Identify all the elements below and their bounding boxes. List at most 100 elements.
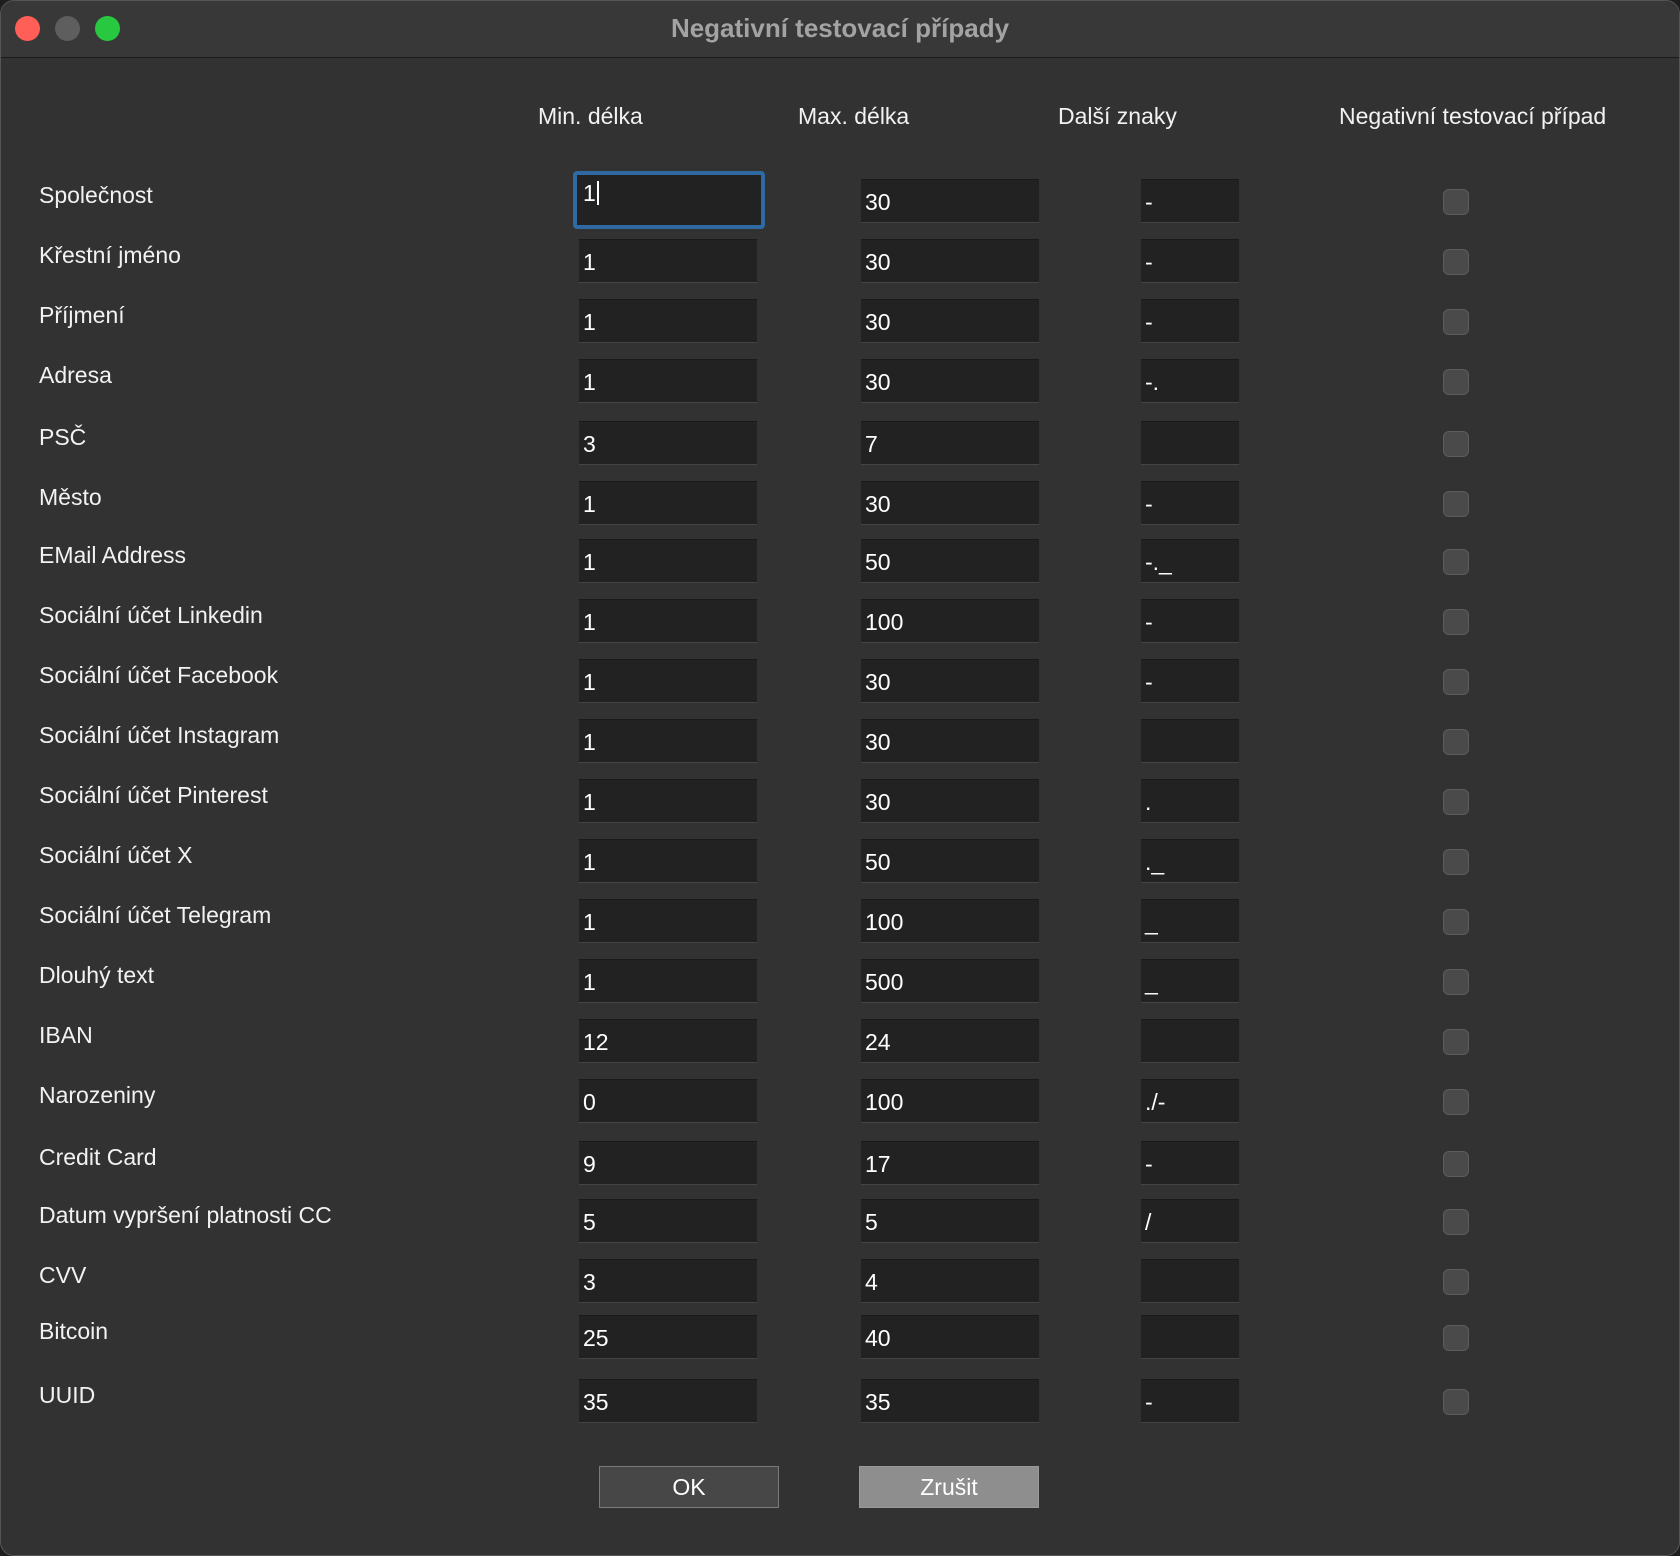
- min-length-input[interactable]: 25: [579, 1315, 757, 1359]
- negative-case-checkbox[interactable]: [1443, 491, 1469, 517]
- cancel-button[interactable]: Zrušit: [859, 1466, 1039, 1508]
- min-length-input[interactable]: 3: [579, 1259, 757, 1303]
- negative-case-checkbox[interactable]: [1443, 309, 1469, 335]
- negative-case-checkbox[interactable]: [1443, 369, 1469, 395]
- max-length-input[interactable]: 100: [861, 1079, 1039, 1123]
- negative-case-checkbox[interactable]: [1443, 849, 1469, 875]
- extra-chars-input[interactable]: -: [1141, 179, 1239, 223]
- negative-case-checkbox[interactable]: [1443, 1325, 1469, 1351]
- negative-case-checkbox[interactable]: [1443, 909, 1469, 935]
- max-length-input[interactable]: 35: [861, 1379, 1039, 1423]
- min-length-input[interactable]: 1: [579, 239, 757, 283]
- min-length-value: 1: [583, 789, 596, 815]
- extra-chars-input[interactable]: /: [1141, 1199, 1239, 1243]
- extra-chars-input[interactable]: -: [1141, 659, 1239, 703]
- row-label: Sociální účet X: [39, 842, 193, 868]
- negative-case-checkbox[interactable]: [1443, 969, 1469, 995]
- min-length-input[interactable]: 1: [579, 539, 757, 583]
- extra-chars-input[interactable]: -: [1141, 1141, 1239, 1185]
- max-length-input[interactable]: 500: [861, 959, 1039, 1003]
- min-length-value: 1: [583, 669, 596, 695]
- header-max-length: Max. délka: [798, 103, 910, 129]
- header-extra-chars: Další znaky: [1058, 103, 1177, 129]
- max-length-input[interactable]: 30: [861, 779, 1039, 823]
- extra-chars-input[interactable]: -.: [1141, 359, 1239, 403]
- min-length-input[interactable]: 1: [579, 719, 757, 763]
- max-length-input[interactable]: 24: [861, 1019, 1039, 1063]
- max-length-input[interactable]: 30: [861, 659, 1039, 703]
- row-label: Narozeniny: [39, 1082, 156, 1108]
- row-label: Dlouhý text: [39, 962, 155, 988]
- max-length-input[interactable]: 50: [861, 839, 1039, 883]
- max-length-input[interactable]: 100: [861, 599, 1039, 643]
- max-length-input[interactable]: 30: [861, 481, 1039, 525]
- extra-chars-input[interactable]: [1141, 1259, 1239, 1303]
- negative-case-checkbox[interactable]: [1443, 1269, 1469, 1295]
- negative-case-checkbox[interactable]: [1443, 1389, 1469, 1415]
- extra-chars-input[interactable]: [1141, 719, 1239, 763]
- extra-chars-input[interactable]: _: [1141, 959, 1239, 1003]
- min-length-input[interactable]: 5: [579, 1199, 757, 1243]
- extra-chars-input[interactable]: -._: [1141, 539, 1239, 583]
- max-length-input[interactable]: 30: [861, 299, 1039, 343]
- min-length-input[interactable]: 3: [579, 421, 757, 465]
- max-length-input[interactable]: 30: [861, 359, 1039, 403]
- min-length-input[interactable]: 1: [579, 959, 757, 1003]
- min-length-input[interactable]: 1: [579, 299, 757, 343]
- min-length-input[interactable]: 1: [579, 779, 757, 823]
- max-length-input[interactable]: 50: [861, 539, 1039, 583]
- extra-chars-input[interactable]: _: [1141, 899, 1239, 943]
- extra-chars-input[interactable]: -: [1141, 599, 1239, 643]
- max-length-input[interactable]: 7: [861, 421, 1039, 465]
- dialog-window: Negativní testovací případy Min. délka M…: [0, 0, 1680, 1556]
- extra-chars-input[interactable]: -: [1141, 481, 1239, 525]
- extra-chars-input[interactable]: [1141, 421, 1239, 465]
- min-length-input[interactable]: 12: [579, 1019, 757, 1063]
- max-length-input[interactable]: 40: [861, 1315, 1039, 1359]
- min-length-input[interactable]: 1: [579, 481, 757, 525]
- min-length-input[interactable]: 1: [573, 171, 765, 229]
- extra-chars-input[interactable]: ._: [1141, 839, 1239, 883]
- row-label: Credit Card: [39, 1144, 157, 1170]
- negative-case-checkbox[interactable]: [1443, 789, 1469, 815]
- negative-case-checkbox[interactable]: [1443, 609, 1469, 635]
- min-length-input[interactable]: 1: [579, 899, 757, 943]
- max-length-input[interactable]: 30: [861, 239, 1039, 283]
- extra-chars-input[interactable]: -: [1141, 239, 1239, 283]
- negative-case-checkbox[interactable]: [1443, 1209, 1469, 1235]
- negative-case-checkbox[interactable]: [1443, 549, 1469, 575]
- extra-chars-input[interactable]: -: [1141, 1379, 1239, 1423]
- min-length-input[interactable]: 1: [579, 659, 757, 703]
- extra-chars-input[interactable]: [1141, 1315, 1239, 1359]
- ok-button[interactable]: OK: [599, 1466, 779, 1508]
- max-length-input[interactable]: 5: [861, 1199, 1039, 1243]
- negative-case-checkbox[interactable]: [1443, 1151, 1469, 1177]
- text-caret: [596, 181, 599, 205]
- extra-chars-input[interactable]: [1141, 1019, 1239, 1063]
- max-length-input[interactable]: 4: [861, 1259, 1039, 1303]
- header-min-length: Min. délka: [538, 103, 643, 129]
- row-label: Společnost: [39, 182, 153, 208]
- extra-chars-input[interactable]: .: [1141, 779, 1239, 823]
- max-length-input[interactable]: 30: [861, 179, 1039, 223]
- extra-chars-input[interactable]: -: [1141, 299, 1239, 343]
- min-length-input[interactable]: 0: [579, 1079, 757, 1123]
- negative-case-checkbox[interactable]: [1443, 669, 1469, 695]
- min-length-input[interactable]: 35: [579, 1379, 757, 1423]
- min-length-input[interactable]: 1: [579, 839, 757, 883]
- min-length-input[interactable]: 9: [579, 1141, 757, 1185]
- negative-case-checkbox[interactable]: [1443, 729, 1469, 755]
- negative-case-checkbox[interactable]: [1443, 431, 1469, 457]
- window-title: Negativní testovací případy: [670, 13, 1010, 43]
- negative-case-checkbox[interactable]: [1443, 249, 1469, 275]
- max-length-input[interactable]: 30: [861, 719, 1039, 763]
- negative-case-checkbox[interactable]: [1443, 1089, 1469, 1115]
- row-label: Sociální účet Pinterest: [39, 782, 268, 808]
- max-length-input[interactable]: 17: [861, 1141, 1039, 1185]
- min-length-input[interactable]: 1: [579, 359, 757, 403]
- negative-case-checkbox[interactable]: [1443, 1029, 1469, 1055]
- max-length-input[interactable]: 100: [861, 899, 1039, 943]
- extra-chars-input[interactable]: ./-: [1141, 1079, 1239, 1123]
- min-length-input[interactable]: 1: [579, 599, 757, 643]
- negative-case-checkbox[interactable]: [1443, 189, 1469, 215]
